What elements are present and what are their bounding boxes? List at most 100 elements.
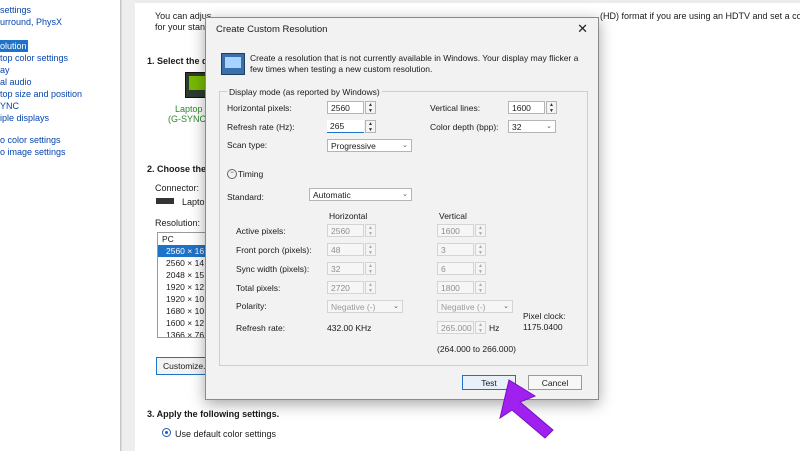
sidebar-item-multiple-displays[interactable]: iple displays	[0, 112, 120, 124]
chevron-down-icon: ⌄	[393, 303, 399, 310]
color-depth-dropdown[interactable]: 32 ⌄	[508, 120, 556, 133]
sidebar-item-desktop-size-position[interactable]: top size and position	[0, 88, 120, 100]
chevron-down-icon: ⌄	[503, 303, 509, 310]
front-porch-v-input[interactable]: 3	[437, 243, 474, 256]
chevron-down-icon: ⌄	[402, 191, 408, 198]
nav-sidebar: settings urround, PhysX olution top colo…	[0, 0, 121, 451]
spin-down-icon[interactable]: ▼	[366, 231, 375, 237]
window-top-edge	[135, 0, 800, 3]
test-button[interactable]: Test	[462, 375, 516, 390]
active-pixels-h-input[interactable]: 2560	[327, 224, 364, 237]
close-icon[interactable]: ✕	[577, 21, 588, 37]
scan-type-value: Progressive	[331, 141, 376, 151]
default-color-radio[interactable]	[162, 428, 171, 437]
active-pixels-v-spinner[interactable]: ▲ ▼	[475, 224, 486, 237]
default-color-label: Use default color settings	[175, 429, 277, 439]
sidebar-item-video-image-settings[interactable]: o image settings	[0, 146, 120, 158]
sync-width-h-spinner[interactable]: ▲ ▼	[365, 262, 376, 275]
vertical-lines-spinner[interactable]: ▲ ▼	[546, 101, 557, 114]
display-settings-icon	[221, 53, 245, 75]
total-pixels-v-input[interactable]: 1800	[437, 281, 474, 294]
intro-text-start: You can adjus	[155, 11, 212, 21]
cancel-button[interactable]: Cancel	[528, 375, 582, 390]
vertical-lines-input[interactable]: 1600	[508, 101, 545, 114]
pixel-clock-value: 1175.0400	[523, 322, 563, 332]
front-porch-h-spinner[interactable]: ▲ ▼	[365, 243, 376, 256]
sidebar-item-change-resolution[interactable]: olution	[0, 40, 28, 52]
total-pixels-label: Total pixels:	[236, 283, 281, 293]
polarity-label: Polarity:	[236, 301, 267, 311]
vertical-lines-label: Vertical lines:	[430, 103, 481, 113]
resolution-label: Resolution:	[155, 218, 201, 228]
dialog-title: Create Custom Resolution	[216, 24, 328, 35]
sync-width-label: Sync width (pixels):	[236, 264, 310, 274]
color-depth-value: 32	[512, 122, 522, 132]
front-porch-h-input[interactable]: 48	[327, 243, 364, 256]
intro-text-end: (HD) format if you are using an HDTV and…	[600, 11, 800, 21]
scan-type-label: Scan type:	[227, 140, 268, 150]
sync-width-h-input[interactable]: 32	[327, 262, 364, 275]
refresh-rate-row-label: Refresh rate:	[236, 323, 286, 333]
refresh-rate-input[interactable]: 265	[327, 120, 364, 133]
horizontal-pixels-input[interactable]: 2560	[327, 101, 364, 114]
total-pixels-h-input[interactable]: 2720	[327, 281, 364, 294]
standard-dropdown[interactable]: Automatic ⌄	[309, 188, 412, 201]
refresh-rate-spinner[interactable]: ▲ ▼	[365, 120, 376, 133]
sync-width-v-input[interactable]: 6	[437, 262, 474, 275]
spin-down-icon[interactable]: ▼	[547, 108, 556, 114]
create-custom-resolution-dialog: Create Custom Resolution ✕ Create a reso…	[205, 17, 599, 400]
display-mode-heading: Display mode (as reported by Windows)	[227, 87, 382, 97]
pixel-clock-label: Pixel clock:	[523, 311, 566, 321]
polarity-v-value: Negative (-)	[441, 302, 486, 312]
timing-label[interactable]: Timing	[238, 169, 263, 179]
sidebar-item-desktop-color-settings[interactable]: top color settings	[0, 52, 120, 64]
timing-collapse-icon[interactable]: −	[227, 169, 237, 179]
spin-down-icon[interactable]: ▼	[366, 127, 375, 133]
spin-down-icon[interactable]: ▼	[366, 250, 375, 256]
spin-down-icon[interactable]: ▼	[476, 269, 485, 275]
connector-icon	[156, 198, 174, 204]
refresh-rate-label: Refresh rate (Hz):	[227, 122, 295, 132]
spin-down-icon[interactable]: ▼	[366, 269, 375, 275]
horizontal-column-header: Horizontal	[329, 211, 368, 221]
dialog-description: Create a resolution that is not currentl…	[250, 53, 579, 74]
total-pixels-h-spinner[interactable]: ▲ ▼	[365, 281, 376, 294]
spin-down-icon[interactable]: ▼	[476, 328, 485, 334]
refresh-v-input[interactable]: 265.000	[437, 321, 474, 334]
step3-heading: 3. Apply the following settings.	[147, 409, 280, 419]
sidebar-item-video-color-settings[interactable]: o color settings	[0, 134, 120, 146]
sidebar-item-3d-settings[interactable]: settings	[0, 4, 120, 16]
active-pixels-v-input[interactable]: 1600	[437, 224, 474, 237]
standard-label: Standard:	[227, 192, 264, 202]
horizontal-pixels-label: Horizontal pixels:	[227, 103, 292, 113]
vertical-column-header: Vertical	[439, 211, 467, 221]
active-pixels-label: Active pixels:	[236, 226, 286, 236]
horizontal-pixels-spinner[interactable]: ▲ ▼	[365, 101, 376, 114]
refresh-v-spinner[interactable]: ▲ ▼	[475, 321, 486, 334]
front-porch-label: Front porch (pixels):	[236, 245, 312, 255]
sidebar-item-digital-audio[interactable]: al audio	[0, 76, 120, 88]
polarity-v-dropdown[interactable]: Negative (-) ⌄	[437, 300, 513, 313]
chevron-down-icon: ⌄	[402, 142, 408, 149]
spin-down-icon[interactable]: ▼	[476, 250, 485, 256]
front-porch-v-spinner[interactable]: ▲ ▼	[475, 243, 486, 256]
spin-down-icon[interactable]: ▼	[366, 108, 375, 114]
step2-heading: 2. Choose the r	[147, 164, 213, 174]
refresh-horizontal-value: 432.00 KHz	[327, 323, 372, 333]
chevron-down-icon: ⌄	[546, 123, 552, 130]
total-pixels-v-spinner[interactable]: ▲ ▼	[475, 281, 486, 294]
spin-down-icon[interactable]: ▼	[366, 288, 375, 294]
spin-down-icon[interactable]: ▼	[476, 231, 485, 237]
color-depth-label: Color depth (bpp):	[430, 122, 499, 132]
step1-heading: 1. Select the d	[147, 56, 208, 66]
sidebar-item-surround-physx[interactable]: urround, PhysX	[0, 16, 120, 28]
refresh-range-text: (264.000 to 266.000)	[437, 344, 516, 354]
sidebar-item-rotate-display[interactable]: ay	[0, 64, 120, 76]
spin-down-icon[interactable]: ▼	[476, 288, 485, 294]
standard-value: Automatic	[313, 190, 351, 200]
sync-width-v-spinner[interactable]: ▲ ▼	[475, 262, 486, 275]
scan-type-dropdown[interactable]: Progressive ⌄	[327, 139, 412, 152]
sidebar-item-gsync[interactable]: YNC	[0, 100, 120, 112]
polarity-h-dropdown[interactable]: Negative (-) ⌄	[327, 300, 403, 313]
active-pixels-h-spinner[interactable]: ▲ ▼	[365, 224, 376, 237]
